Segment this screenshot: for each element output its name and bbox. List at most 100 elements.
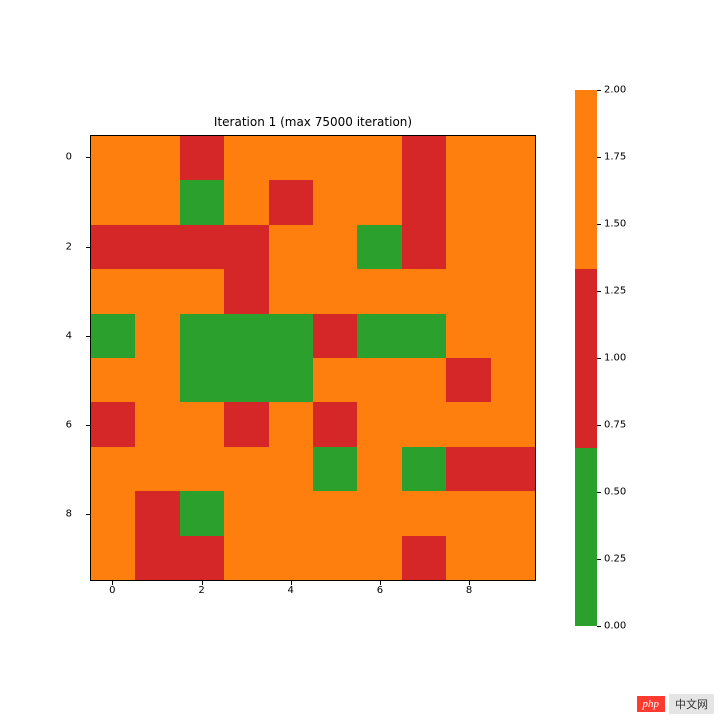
heatmap-cell [491, 536, 535, 580]
heatmap-cell [269, 136, 313, 180]
x-tick-mark [112, 581, 113, 585]
heatmap-cell [269, 180, 313, 224]
colorbar-segment [575, 269, 597, 448]
heatmap-cell [357, 180, 401, 224]
x-tick-mark [469, 581, 470, 585]
x-tick-mark [202, 581, 203, 585]
colorbar-tick-label: 1.25 [604, 286, 626, 297]
heatmap-cell [446, 180, 490, 224]
heatmap-cell [491, 491, 535, 535]
colorbar-tick-mark [597, 224, 601, 225]
heatmap-cell [357, 447, 401, 491]
heatmap-cell [135, 180, 179, 224]
x-tick-mark [291, 581, 292, 585]
heatmap-cell [313, 491, 357, 535]
heatmap-cell [313, 447, 357, 491]
heatmap-cell [180, 358, 224, 402]
heatmap-grid [91, 136, 535, 580]
heatmap-cell [491, 402, 535, 446]
heatmap-cell [180, 402, 224, 446]
y-tick-mark [86, 247, 90, 248]
x-tick-label: 6 [377, 585, 383, 596]
heatmap-cell [91, 402, 135, 446]
x-tick-label: 8 [466, 585, 472, 596]
heatmap-cell [357, 314, 401, 358]
heatmap-cell [135, 136, 179, 180]
colorbar-tick-mark [597, 90, 601, 91]
heatmap-cell [446, 358, 490, 402]
heatmap-cell [491, 269, 535, 313]
watermark-text: 中文网 [669, 694, 714, 714]
heatmap-cell [269, 491, 313, 535]
heatmap-cell [402, 225, 446, 269]
heatmap-cell [180, 491, 224, 535]
heatmap-cell [135, 402, 179, 446]
colorbar-tick-label: 0.75 [604, 420, 626, 431]
watermark-logo: php [637, 696, 666, 712]
heatmap-cell [224, 314, 268, 358]
heatmap-cell [491, 447, 535, 491]
heatmap-cell [91, 314, 135, 358]
y-tick-mark [86, 425, 90, 426]
heatmap-cell [91, 225, 135, 269]
heatmap-cell [180, 136, 224, 180]
heatmap-cell [402, 491, 446, 535]
y-tick-mark [86, 157, 90, 158]
heatmap-cell [224, 447, 268, 491]
heatmap-cell [135, 536, 179, 580]
heatmap-cell [91, 136, 135, 180]
heatmap-cell [402, 269, 446, 313]
heatmap-cell [224, 358, 268, 402]
heatmap-cell [357, 491, 401, 535]
heatmap-cell [446, 491, 490, 535]
heatmap-cell [357, 402, 401, 446]
heatmap-cell [269, 536, 313, 580]
heatmap-cell [446, 536, 490, 580]
heatmap-cell [446, 314, 490, 358]
heatmap-cell [491, 180, 535, 224]
heatmap-cell [180, 536, 224, 580]
heatmap-cell [91, 180, 135, 224]
heatmap-cell [491, 136, 535, 180]
heatmap-cell [91, 536, 135, 580]
heatmap-cell [135, 358, 179, 402]
heatmap-cell [357, 136, 401, 180]
heatmap-cell [446, 269, 490, 313]
heatmap-cell [269, 314, 313, 358]
heatmap-cell [357, 536, 401, 580]
heatmap-cell [313, 314, 357, 358]
heatmap-cell [491, 314, 535, 358]
colorbar-tick-mark [597, 492, 601, 493]
heatmap-cell [180, 269, 224, 313]
heatmap-cell [269, 447, 313, 491]
colorbar-tick-mark [597, 425, 601, 426]
heatmap-cell [91, 447, 135, 491]
colorbar-tick-mark [597, 291, 601, 292]
colorbar-tick-label: 0.00 [604, 621, 626, 632]
heatmap-cell [135, 225, 179, 269]
heatmap-cell [357, 225, 401, 269]
heatmap-cell [269, 225, 313, 269]
heatmap-cell [224, 536, 268, 580]
heatmap-cell [224, 402, 268, 446]
heatmap-cell [446, 447, 490, 491]
colorbar-tick-label: 1.50 [604, 219, 626, 230]
heatmap-cell [402, 536, 446, 580]
x-tick-label: 2 [198, 585, 204, 596]
heatmap-cell [180, 225, 224, 269]
colorbar [575, 90, 597, 626]
colorbar-tick-label: 0.25 [604, 554, 626, 565]
colorbar-tick-label: 1.75 [604, 152, 626, 163]
heatmap-cell [180, 180, 224, 224]
x-tick-label: 4 [288, 585, 294, 596]
heatmap-cell [269, 358, 313, 402]
heatmap-cell [446, 402, 490, 446]
heatmap-cell [402, 447, 446, 491]
heatmap-cell [224, 180, 268, 224]
colorbar-tick-label: 2.00 [604, 85, 626, 96]
x-tick-mark [380, 581, 381, 585]
heatmap-cell [446, 225, 490, 269]
colorbar-tick-label: 0.50 [604, 487, 626, 498]
heatmap-cell [135, 314, 179, 358]
heatmap-cell [224, 225, 268, 269]
